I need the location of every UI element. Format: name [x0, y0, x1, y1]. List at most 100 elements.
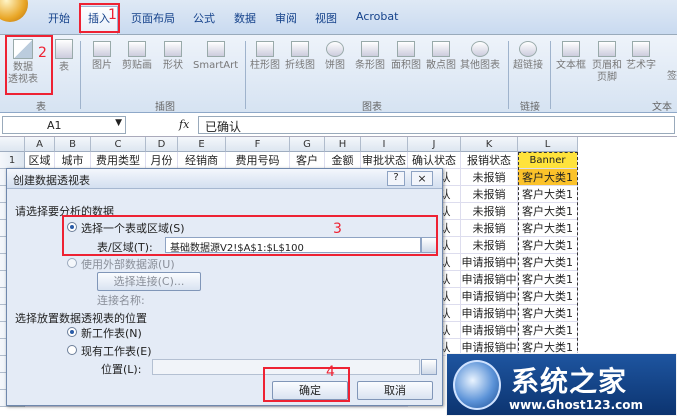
column-header-L[interactable]: L — [518, 137, 578, 152]
bar-chart-label: 条形图 — [355, 60, 385, 71]
header-cell[interactable]: 客户 — [290, 152, 325, 169]
column-header-E[interactable]: E — [178, 137, 226, 152]
cell-reimburse-status[interactable]: 未报销 — [461, 237, 518, 254]
cell-reimburse-status[interactable]: 申请报销中 — [461, 305, 518, 322]
group-label-table: 表 — [36, 102, 46, 113]
create-pivot-table-dialog: 创建数据透视表 ? × 请选择要分析的数据 选择一个表或区域(S) 表/区域(T… — [6, 168, 443, 406]
group-separator — [80, 41, 81, 109]
smartart-button[interactable]: SmartArt — [193, 41, 238, 72]
picture-label: 图片 — [92, 60, 112, 71]
clipart-icon — [128, 41, 146, 57]
header-cell[interactable]: 月份 — [146, 152, 178, 169]
header-cell[interactable]: 费用号码 — [226, 152, 290, 169]
header-cell[interactable]: 审批状态 — [361, 152, 408, 169]
header-cell[interactable]: 区域 — [25, 152, 55, 169]
textbox-icon — [562, 41, 580, 57]
scatter-chart-button[interactable]: 散点图 — [426, 41, 456, 72]
column-header-D[interactable]: D — [146, 137, 178, 152]
pie-chart-button[interactable]: 饼图 — [325, 41, 345, 72]
header-cell[interactable]: 经销商 — [178, 152, 226, 169]
column-header-G[interactable]: G — [290, 137, 325, 152]
cancel-label: 取消 — [384, 384, 406, 397]
cancel-button[interactable]: 取消 — [357, 381, 433, 400]
radio-new-worksheet[interactable] — [67, 327, 77, 337]
tab-review[interactable]: 审阅 — [275, 10, 297, 26]
column-header-B[interactable]: B — [55, 137, 91, 152]
column-header-J[interactable]: J — [408, 137, 461, 152]
group-label-text: 文本 — [652, 102, 672, 113]
callout-number-2: 2 — [38, 45, 47, 61]
header-cell[interactable]: 费用类型 — [91, 152, 146, 169]
label-existing-worksheet: 现有工作表(E) — [81, 345, 152, 358]
dropdown-arrow-icon[interactable]: ▼ — [115, 118, 122, 128]
ribbon-insert: 数据 透视表 2 表 表 图片 剪贴画 形状 SmartArt 插图 柱形图 折… — [0, 34, 677, 113]
column-header-A[interactable]: A — [25, 137, 55, 152]
fx-icon[interactable]: fx — [179, 118, 189, 131]
radio-existing-worksheet[interactable] — [67, 345, 77, 355]
tab-home[interactable]: 开始 — [48, 10, 70, 26]
cell-reimburse-status[interactable]: 未报销 — [461, 186, 518, 203]
tab-formulas[interactable]: 公式 — [193, 10, 215, 26]
tab-view[interactable]: 视图 — [315, 10, 337, 26]
header-cell[interactable]: 报销状态 — [461, 152, 518, 169]
group-separator — [550, 41, 551, 109]
cell-reimburse-status[interactable]: 未报销 — [461, 169, 518, 186]
textbox-button[interactable]: 文本框 — [556, 41, 586, 72]
column-header-H[interactable]: H — [325, 137, 361, 152]
group-label-charts: 图表 — [362, 102, 382, 113]
column-header-I[interactable]: I — [361, 137, 408, 152]
row-header[interactable]: 1 — [0, 152, 25, 169]
label-location: 位置(L): — [101, 363, 142, 376]
table-button[interactable]: 表 — [54, 39, 74, 74]
radio-external-source[interactable] — [67, 258, 77, 268]
column-header-K[interactable]: K — [461, 137, 518, 152]
ribbon-tab-bar: 开始 插入 页面布局 公式 数据 审阅 视图 Acrobat 1 — [0, 0, 677, 34]
select-all-corner[interactable] — [0, 137, 25, 152]
hyperlink-icon — [519, 41, 537, 57]
column-header-C[interactable]: C — [91, 137, 146, 152]
line-chart-button[interactable]: 折线图 — [285, 41, 315, 72]
picture-button[interactable]: 图片 — [92, 41, 112, 72]
other-charts-button[interactable]: 其他图表 — [460, 41, 500, 72]
choose-connection-button[interactable]: 选择连接(C)... — [97, 272, 201, 291]
shapes-button[interactable]: 形状 — [163, 41, 183, 72]
name-box[interactable]: A1 ▼ — [2, 116, 126, 134]
header-cell[interactable]: 城市 — [55, 152, 91, 169]
tab-acrobat[interactable]: Acrobat — [356, 10, 398, 23]
header-cell[interactable]: 金额 — [325, 152, 361, 169]
cell-reimburse-status[interactable]: 申请报销中 — [461, 271, 518, 288]
signature-partial[interactable]: 签 — [667, 71, 677, 83]
other-charts-icon — [471, 41, 489, 57]
scatter-chart-icon — [432, 41, 450, 57]
other-charts-label: 其他图表 — [460, 60, 500, 71]
table-icon — [55, 39, 73, 59]
cell-reimburse-status[interactable]: 申请报销中 — [461, 254, 518, 271]
cell-reimburse-status[interactable]: 申请报销中 — [461, 322, 518, 339]
clipart-button[interactable]: 剪贴画 — [122, 41, 152, 72]
wordart-icon — [632, 41, 650, 57]
area-chart-button[interactable]: 面积图 — [391, 41, 421, 72]
column-chart-button[interactable]: 柱形图 — [250, 41, 280, 72]
callout-box-2 — [5, 35, 53, 95]
cell-reimburse-status[interactable]: 申请报销中 — [461, 288, 518, 305]
choose-connection-label: 选择连接(C)... — [113, 275, 185, 288]
wordart-button[interactable]: 艺术字 — [626, 41, 656, 72]
tab-page-layout[interactable]: 页面布局 — [131, 10, 175, 26]
callout-box-3 — [62, 215, 438, 256]
location-picker-icon[interactable] — [421, 359, 437, 375]
header-cell[interactable]: 确认状态 — [408, 152, 461, 169]
hyperlink-label: 超链接 — [513, 60, 543, 71]
cell-reimburse-status[interactable]: 未报销 — [461, 220, 518, 237]
column-header-F[interactable]: F — [226, 137, 290, 152]
header-footer-button[interactable]: 页眉和页脚 — [590, 41, 624, 84]
column-chart-icon — [256, 41, 274, 57]
tab-data[interactable]: 数据 — [234, 10, 256, 26]
office-button[interactable] — [0, 0, 28, 22]
hyperlink-button[interactable]: 超链接 — [513, 41, 543, 72]
cell-reimburse-status[interactable]: 未报销 — [461, 203, 518, 220]
help-button[interactable]: ? — [387, 171, 405, 186]
smartart-label: SmartArt — [193, 60, 239, 71]
formula-input[interactable]: 已确认 — [198, 116, 675, 134]
close-button[interactable]: × — [411, 171, 433, 186]
bar-chart-button[interactable]: 条形图 — [355, 41, 385, 72]
